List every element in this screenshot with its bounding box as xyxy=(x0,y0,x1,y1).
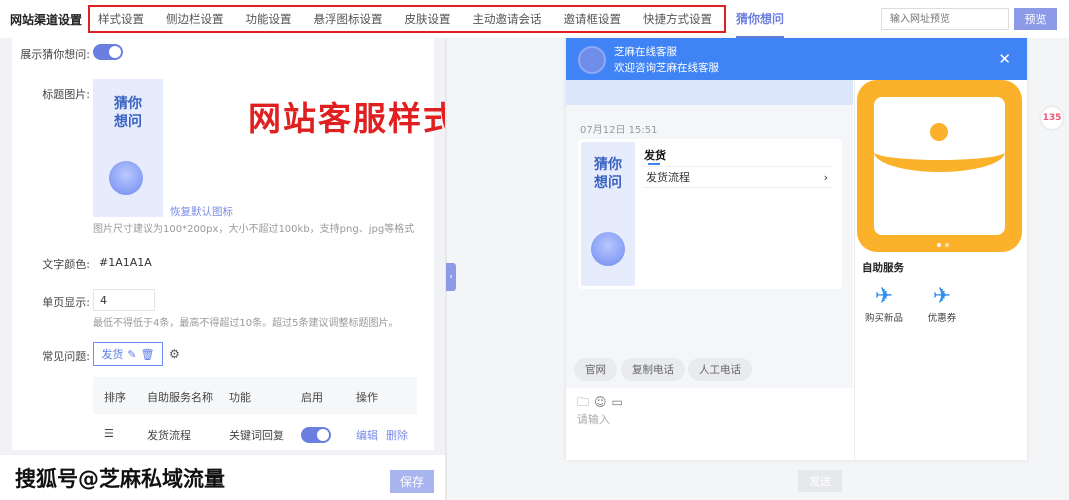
col-order: 排序 xyxy=(104,391,126,404)
gear-icon[interactable]: ⚙ xyxy=(169,347,180,361)
tab-guess[interactable]: 猜你想问 xyxy=(736,0,785,38)
send-button[interactable]: 发送 xyxy=(798,470,842,492)
edit-icon[interactable]: ✎ xyxy=(127,348,136,361)
row-name: 发货流程 xyxy=(147,429,191,442)
tab-skin[interactable]: 皮肤设置 xyxy=(405,11,451,27)
chat-title: 芝麻在线客服 xyxy=(614,46,677,58)
show-guess-toggle[interactable] xyxy=(93,44,123,60)
save-button[interactable]: 保存 xyxy=(390,470,434,493)
table-header: 排序 自助服务名称 功能 启用 操作 xyxy=(93,377,417,414)
chevron-right-icon: › xyxy=(823,170,828,184)
tab-float-icon[interactable]: 悬浮图标设置 xyxy=(314,11,383,27)
card-item[interactable]: 发货流程 › xyxy=(642,166,832,188)
image-icon[interactable]: ▭ xyxy=(612,395,628,409)
table-row: ☰ 发货流程 关键词回复 编辑 删除 xyxy=(93,415,417,453)
emoji-icon[interactable]: ☺ xyxy=(594,395,612,409)
title-image-preview[interactable]: 猜你 想问 xyxy=(93,79,163,217)
per-page-hint: 最低不得低于4条，最高不得超过10条。超过5条建议调整标题图片。 xyxy=(93,318,399,329)
chat-header: 芝麻在线客服 欢迎咨询芝麻在线客服 ✕ xyxy=(566,38,1027,80)
restore-default-link[interactable]: 恢复默认图标 xyxy=(170,204,233,219)
chat-subtitle: 欢迎咨询芝麻在线客服 xyxy=(614,62,719,74)
row-function: 关键词回复 xyxy=(229,429,284,442)
airplane-icon: ✈ xyxy=(932,284,952,309)
col-function: 功能 xyxy=(229,391,251,404)
card-title: 发货 xyxy=(644,149,666,162)
service-label: 优惠券 xyxy=(927,313,957,324)
card-item-text: 发货流程 xyxy=(646,171,690,184)
tab-sidebar[interactable]: 侧边栏设置 xyxy=(166,11,224,27)
text-color-value: #1A1A1A xyxy=(99,255,152,269)
service-label: 购买新品 xyxy=(864,313,903,324)
self-service-title: 自助服务 xyxy=(862,262,904,274)
settings-tabs: 样式设置 侧边栏设置 功能设置 悬浮图标设置 皮肤设置 主动邀请会话 邀请框设置… xyxy=(88,5,726,33)
chip-website[interactable]: 官网 xyxy=(574,358,617,381)
per-page-label: 单页显示: xyxy=(42,296,90,309)
text-color-label: 文字颜色: xyxy=(42,258,90,271)
faq-tag-text: 发货 xyxy=(101,348,124,361)
tab-function[interactable]: 功能设置 xyxy=(246,11,292,27)
faq-tag[interactable]: 发货 ✎ 🗑 xyxy=(93,342,163,366)
chat-sidebar: 自助服务 ✈ 购买新品 ✈ 优惠券 xyxy=(854,80,1027,460)
thumb-text: 猜你 xyxy=(114,96,142,112)
tab-invite-session[interactable]: 主动邀请会话 xyxy=(473,11,542,27)
guess-card: 猜你 想问 发货 发货流程 › xyxy=(578,139,842,289)
show-guess-label: 展示猜你想问: xyxy=(20,48,90,61)
service-coupon[interactable]: ✈ 优惠券 xyxy=(922,284,962,324)
per-page-value: 4 xyxy=(100,293,107,307)
header-band xyxy=(566,80,853,105)
watermark: 搜狐号@芝麻私域流量 xyxy=(15,467,225,491)
envelope-banner[interactable] xyxy=(857,80,1022,252)
preview-button[interactable]: 预览 xyxy=(1014,8,1057,30)
top-bar: 网站渠道设置 样式设置 侧边栏设置 功能设置 悬浮图标设置 皮肤设置 主动邀请会… xyxy=(0,0,1069,38)
collapse-handle[interactable]: ‹ xyxy=(446,263,456,291)
delete-link[interactable]: 删除 xyxy=(386,427,408,443)
image-hint: 图片尺寸建议为100*200px，大小不超过100kb，支持png、jpg等格式 xyxy=(93,224,415,235)
col-actions: 操作 xyxy=(356,391,378,404)
edit-link[interactable]: 编辑 xyxy=(356,427,378,443)
thumb-text: 想问 xyxy=(114,114,142,130)
chat-window-preview: 芝麻在线客服 欢迎咨询芝麻在线客服 ✕ 07月12日 15:51 猜你 想问 发… xyxy=(566,38,1027,492)
col-enabled: 启用 xyxy=(301,391,323,404)
url-preview-input[interactable] xyxy=(881,8,1009,30)
message-time: 07月12日 15:51 xyxy=(580,125,658,136)
service-buy-new[interactable]: ✈ 购买新品 xyxy=(864,284,904,324)
envelope-icon xyxy=(874,97,1005,235)
agent-avatar xyxy=(578,46,606,74)
col-name: 自助服务名称 xyxy=(147,391,213,404)
drag-handle-icon[interactable]: ☰ xyxy=(104,427,114,440)
float-135-icon[interactable]: 135 xyxy=(1041,107,1063,129)
tab-style[interactable]: 样式设置 xyxy=(98,11,144,27)
chip-copy-phone[interactable]: 复制电话 xyxy=(621,358,685,381)
carousel-dot[interactable] xyxy=(937,243,941,247)
tab-shortcut[interactable]: 快捷方式设置 xyxy=(643,11,712,27)
thumb-text: 想问 xyxy=(594,175,622,191)
guess-image: 猜你 想问 xyxy=(581,142,635,286)
input-placeholder: 请输入 xyxy=(577,413,610,426)
page-title: 网站渠道设置 xyxy=(10,12,83,27)
carousel-dot[interactable] xyxy=(945,243,949,247)
text-color-picker[interactable]: #1A1A1A xyxy=(93,251,159,273)
title-underline xyxy=(648,163,660,165)
close-icon[interactable]: ✕ xyxy=(998,50,1011,68)
faq-label: 常见问题: xyxy=(42,350,90,363)
chat-messages: 07月12日 15:51 猜你 想问 发货 发货流程 › 官网 复制电话 人工电话… xyxy=(566,80,853,492)
row-enabled-toggle[interactable] xyxy=(301,427,331,443)
robot-icon xyxy=(109,161,143,195)
per-page-input[interactable]: 4 xyxy=(93,289,155,311)
robot-icon xyxy=(591,232,625,266)
airplane-icon: ✈ xyxy=(874,284,894,309)
thumb-text: 猜你 xyxy=(594,157,622,173)
message-input-area[interactable]: 🗀☺▭ 请输入 xyxy=(566,388,853,460)
trash-icon[interactable]: 🗑 xyxy=(141,348,155,361)
tab-invite-box[interactable]: 邀请框设置 xyxy=(564,11,622,27)
folder-icon[interactable]: 🗀 xyxy=(577,395,594,409)
title-image-label: 标题图片: xyxy=(42,88,90,101)
chip-human-call[interactable]: 人工电话 xyxy=(688,358,752,381)
